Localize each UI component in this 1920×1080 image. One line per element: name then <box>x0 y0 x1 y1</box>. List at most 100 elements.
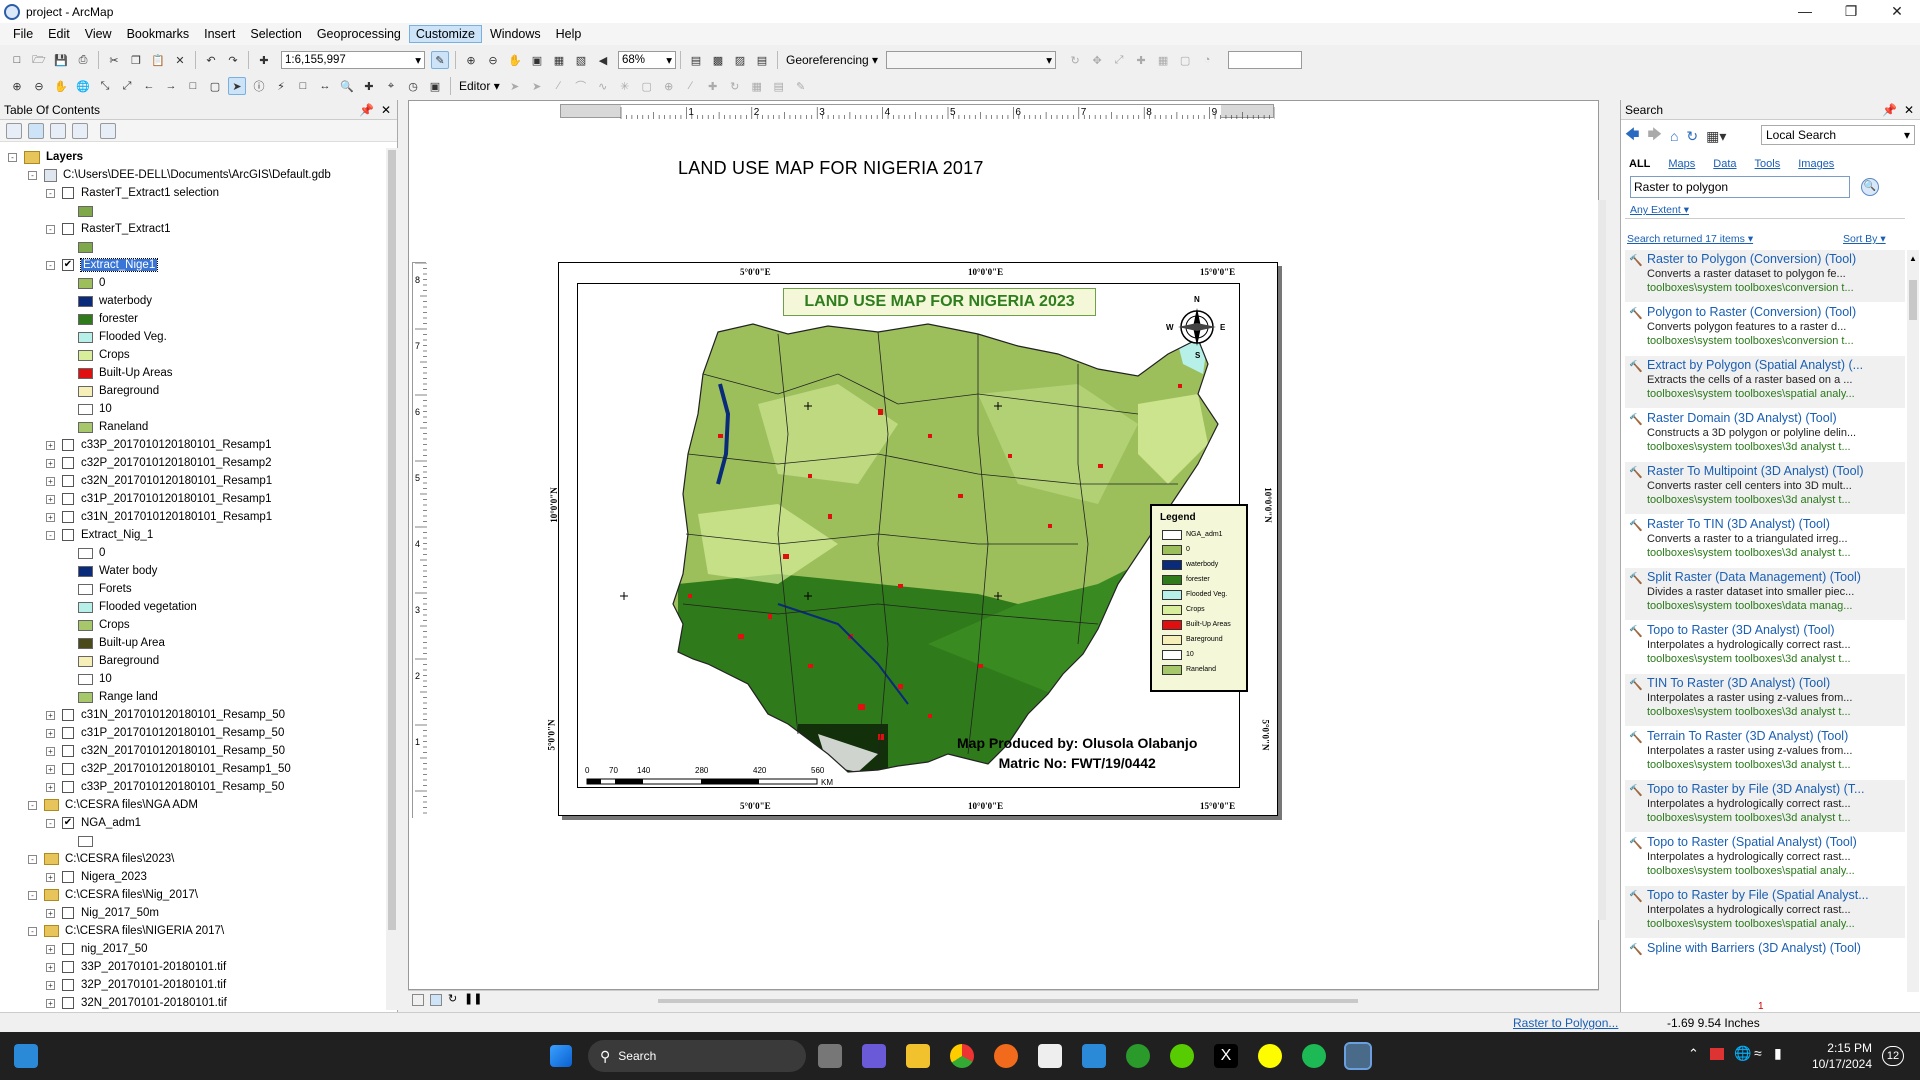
firefox-icon[interactable] <box>994 1044 1018 1068</box>
result-title[interactable]: Raster To Multipoint (3D Analyst) (Tool) <box>1647 464 1903 478</box>
collapse-icon[interactable]: - <box>46 530 55 540</box>
toc-layer-item[interactable]: +32P_20170101-20180101.tif <box>46 976 226 994</box>
result-title[interactable]: Raster to Polygon (Conversion) (Tool) <box>1647 252 1903 266</box>
editor-toggle-icon[interactable]: ✎ <box>431 51 449 69</box>
full-extent-icon[interactable]: 🌐 <box>74 77 92 95</box>
edit-vertices-icon[interactable]: ▢ <box>638 77 656 95</box>
task-view-icon[interactable] <box>818 1044 842 1068</box>
result-title[interactable]: Extract by Polygon (Spatial Analyst) (..… <box>1647 358 1903 372</box>
point-icon[interactable]: ✳ <box>616 77 634 95</box>
result-title[interactable]: Topo to Raster (Spatial Analyst) (Tool) <box>1647 835 1903 849</box>
cut-icon[interactable]: ✂ <box>105 51 123 69</box>
legend-class-item[interactable]: Crops <box>78 616 130 634</box>
rotate-icon[interactable]: ↻ <box>1066 51 1084 69</box>
result-title[interactable]: Topo to Raster by File (Spatial Analyst.… <box>1647 888 1903 902</box>
refresh-icon[interactable]: ↻ <box>448 992 457 1005</box>
layer-visibility-checkbox[interactable] <box>62 727 74 739</box>
color-swatch[interactable] <box>78 295 93 307</box>
close-icon[interactable]: ✕ <box>381 103 391 117</box>
legend-class-item[interactable]: Built-up Area <box>78 634 165 652</box>
zoom-out-icon[interactable]: ⊖ <box>30 77 48 95</box>
result-title[interactable]: Terrain To Raster (3D Analyst) (Tool) <box>1647 729 1903 743</box>
collapse-icon[interactable]: - <box>28 854 37 864</box>
refresh-icon[interactable]: ↻ <box>1686 128 1698 145</box>
tray-app-icon[interactable] <box>1710 1048 1724 1060</box>
legend-class-item[interactable]: Range land <box>78 688 158 706</box>
color-swatch[interactable] <box>78 691 93 703</box>
expand-icon[interactable]: + <box>46 494 55 504</box>
add-control-points-icon[interactable]: ✚ <box>1132 51 1150 69</box>
legend-class-item[interactable]: 0 <box>78 544 105 562</box>
attributes-icon[interactable]: ▦ <box>748 77 766 95</box>
chrome-icon[interactable] <box>950 1044 974 1068</box>
expand-icon[interactable]: + <box>46 764 55 774</box>
search-result-item[interactable]: 🔨 Terrain To Raster (3D Analyst) (Tool) In… <box>1625 727 1905 779</box>
chevron-up-icon[interactable]: ⌃ <box>1688 1046 1699 1062</box>
layer-visibility-checkbox[interactable]: ✔ <box>62 817 74 829</box>
color-swatch[interactable] <box>78 619 93 631</box>
trace-icon[interactable]: ∿ <box>594 77 612 95</box>
toc-layer-item[interactable]: + c31P_2017010120180101_Resamp1 <box>46 490 272 508</box>
result-title[interactable]: Topo to Raster by File (3D Analyst) (T..… <box>1647 782 1903 796</box>
fixed-zoom-in-icon[interactable]: ▧ <box>572 51 590 69</box>
toc-layer-item[interactable]: + Nigera_2023 <box>46 868 147 886</box>
back-extent-icon[interactable]: ◀ <box>594 51 612 69</box>
layer-visibility-checkbox[interactable] <box>62 763 74 775</box>
expand-icon[interactable]: + <box>46 980 55 990</box>
legend-class-item[interactable]: waterbody <box>78 292 152 310</box>
collapse-icon[interactable]: - <box>28 800 37 810</box>
list-by-source-icon[interactable] <box>28 122 44 139</box>
toc-layer-item[interactable]: - C:\CESRA files\2023\ <box>28 850 174 868</box>
color-swatch[interactable] <box>78 385 93 397</box>
home-icon[interactable]: ⌂ <box>1670 128 1678 144</box>
layer-visibility-checkbox[interactable] <box>62 511 74 523</box>
expand-icon[interactable]: + <box>46 908 55 918</box>
layer-visibility-checkbox[interactable] <box>62 475 74 487</box>
legend-class-item[interactable]: Bareground <box>78 382 159 400</box>
pause-icon[interactable]: ❚❚ <box>464 992 482 1005</box>
rotate-edit-icon[interactable]: ↻ <box>726 77 744 95</box>
menu-selection[interactable]: Selection <box>243 25 308 43</box>
tab-tools[interactable]: Tools <box>1755 158 1781 170</box>
menu-file[interactable]: File <box>6 25 40 43</box>
list-by-selection-icon[interactable] <box>72 122 88 139</box>
shift-icon[interactable]: ✥ <box>1088 51 1106 69</box>
color-swatch[interactable] <box>78 583 93 595</box>
result-title[interactable]: Topo to Raster (3D Analyst) (Tool) <box>1647 623 1903 637</box>
create-features-icon[interactable]: ✎ <box>792 77 810 95</box>
color-swatch[interactable] <box>78 313 93 325</box>
fixed-zoom-in-tool-icon[interactable]: ⤡ <box>96 77 114 95</box>
color-swatch[interactable] <box>78 331 93 343</box>
menu-customize[interactable]: Customize <box>408 25 482 43</box>
search-options-icon[interactable]: ▦▾ <box>1706 128 1726 145</box>
tab-images[interactable]: Images <box>1798 158 1834 170</box>
save-icon[interactable]: 💾 <box>52 51 70 69</box>
print-icon[interactable]: ⎙ <box>74 51 92 69</box>
expand-icon[interactable]: + <box>46 512 55 522</box>
toc-layer-item[interactable]: - ✔ Extract_Nige1 <box>46 256 159 274</box>
create-viewer-icon[interactable]: ▣ <box>426 77 444 95</box>
search-scope-combo[interactable]: Local Search ▾ <box>1761 125 1915 145</box>
split-icon[interactable]: ✚ <box>704 77 722 95</box>
legend-class-item[interactable]: Built-Up Areas <box>78 364 173 382</box>
color-swatch[interactable] <box>78 241 93 253</box>
color-swatch[interactable] <box>78 403 93 415</box>
collapse-icon[interactable]: - <box>8 152 17 162</box>
add-data-icon[interactable]: ✚ <box>255 51 273 69</box>
search-result-item[interactable]: 🔨 Raster To Multipoint (3D Analyst) (Tool… <box>1625 462 1905 514</box>
file-explorer-icon[interactable] <box>906 1044 930 1068</box>
tab-all[interactable]: ALL <box>1629 158 1650 170</box>
toc-layer-item[interactable]: - ✔ NGA_adm1 <box>46 814 141 832</box>
layer-visibility-checkbox[interactable] <box>62 943 74 955</box>
toc-layer-item[interactable]: + c33P_2017010120180101_Resamp_50 <box>46 778 284 796</box>
result-title[interactable]: TIN To Raster (3D Analyst) (Tool) <box>1647 676 1903 690</box>
color-swatch[interactable] <box>78 349 93 361</box>
search-go-icon[interactable]: 🔍 <box>1861 178 1879 196</box>
results-count[interactable]: Search returned 17 items ▾ <box>1627 233 1753 245</box>
legend-class-item[interactable]: 10 <box>78 670 112 688</box>
expand-icon[interactable]: + <box>46 728 55 738</box>
map-scale-combo[interactable]: 1:6,155,997 ▾ <box>281 51 425 69</box>
layer-visibility-checkbox[interactable] <box>62 961 74 973</box>
forward-arrow-icon[interactable]: 🡆 <box>1647 124 1661 148</box>
windows-start-icon[interactable] <box>550 1045 572 1067</box>
